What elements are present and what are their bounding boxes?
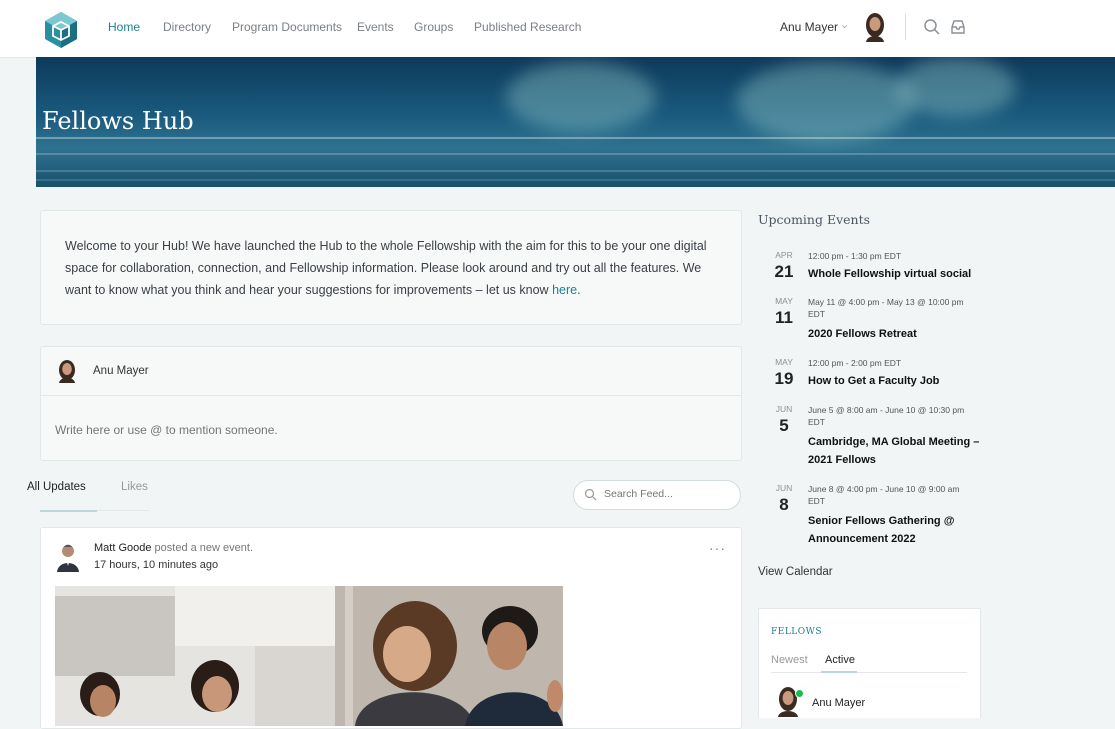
nav-home[interactable]: Home bbox=[108, 20, 140, 34]
activity-timestamp: 17 hours, 10 minutes ago bbox=[94, 559, 219, 571]
search-icon[interactable] bbox=[922, 17, 942, 37]
event-time-tz: EDT bbox=[808, 417, 825, 427]
top-nav: Home Directory Program Documents Events … bbox=[0, 0, 1115, 58]
logo-icon[interactable] bbox=[41, 10, 81, 50]
welcome-end: . bbox=[577, 283, 581, 297]
event-photo[interactable] bbox=[55, 586, 563, 726]
event-day: 21 bbox=[774, 262, 794, 281]
search-icon bbox=[584, 488, 597, 501]
event-time: June 8 @ 4:00 pm - June 10 @ 9:00 am bbox=[808, 484, 960, 494]
nav-program-documents[interactable]: Program Documents bbox=[232, 20, 342, 34]
event-title-link[interactable]: Cambridge, MA Global Meeting – bbox=[808, 433, 988, 451]
user-menu-name[interactable]: Anu Mayer bbox=[780, 20, 838, 34]
event-time: May 11 @ 4:00 pm - May 13 @ 10:00 pm bbox=[808, 297, 964, 307]
avatar bbox=[59, 360, 75, 383]
event-title-link[interactable]: Senior Fellows Gathering @ bbox=[808, 512, 988, 530]
event-title-link[interactable]: How to Get a Faculty Job bbox=[808, 372, 988, 390]
composer-user-name: Anu Mayer bbox=[93, 365, 149, 377]
event-time: 12:00 pm - 2:00 pm EDT bbox=[808, 358, 902, 368]
tab-active-indicator bbox=[40, 510, 97, 512]
event-time-tz: EDT bbox=[808, 496, 825, 506]
tab-likes[interactable]: Likes bbox=[121, 481, 148, 493]
fellows-tab-active-indicator bbox=[821, 671, 857, 673]
hero-banner: Fellows Hub bbox=[36, 57, 1115, 187]
feedback-link[interactable]: here bbox=[552, 283, 577, 297]
event-title-link-cont[interactable]: Announcement 2022 bbox=[808, 530, 988, 548]
activity-card: Matt Goode posted a new event. 17 hours,… bbox=[40, 527, 742, 729]
event-day: 5 bbox=[779, 416, 789, 435]
view-calendar-link[interactable]: View Calendar bbox=[758, 566, 833, 578]
event-day: 8 bbox=[779, 495, 789, 514]
nav-groups[interactable]: Groups bbox=[414, 20, 453, 34]
post-composer: Anu Mayer bbox=[40, 346, 742, 461]
activity-user-link[interactable]: Matt Goode bbox=[94, 542, 151, 554]
welcome-body: Welcome to your Hub! We have launched th… bbox=[65, 239, 707, 297]
feed-search[interactable] bbox=[573, 480, 741, 510]
event-title-link[interactable]: 2020 Fellows Retreat bbox=[808, 325, 988, 343]
inbox-icon[interactable] bbox=[948, 17, 968, 37]
nav-divider bbox=[905, 14, 906, 40]
tab-all-updates[interactable]: All Updates bbox=[27, 481, 86, 493]
page-title: Fellows Hub bbox=[42, 107, 194, 135]
event-time-tz: EDT bbox=[808, 309, 825, 319]
nav-directory[interactable]: Directory bbox=[163, 20, 211, 34]
avatar[interactable] bbox=[860, 12, 890, 42]
fellows-widget: FELLOWS Newest Active Anu Mayer bbox=[758, 608, 981, 718]
tab-active[interactable]: Active bbox=[825, 654, 855, 666]
composer-header: Anu Mayer bbox=[41, 347, 741, 396]
event-month: MAY bbox=[775, 357, 793, 367]
tab-newest[interactable]: Newest bbox=[771, 654, 808, 666]
avatar[interactable] bbox=[55, 542, 81, 572]
nav-events[interactable]: Events bbox=[357, 20, 394, 34]
event-day: 19 bbox=[774, 369, 794, 388]
feed-search-input[interactable] bbox=[602, 487, 736, 501]
online-status-indicator bbox=[795, 689, 804, 698]
event-time: June 5 @ 8:00 am - June 10 @ 10:30 pm bbox=[808, 405, 965, 415]
welcome-text: Welcome to your Hub! We have launched th… bbox=[65, 235, 725, 301]
tab-divider bbox=[97, 510, 149, 511]
event-month: JUN bbox=[775, 483, 793, 493]
event-title-link[interactable]: Whole Fellowship virtual social bbox=[808, 265, 988, 283]
welcome-card: Welcome to your Hub! We have launched th… bbox=[40, 210, 742, 325]
event-month: MAY bbox=[775, 296, 793, 306]
event-month: APR bbox=[775, 250, 793, 260]
nav-published-research[interactable]: Published Research bbox=[474, 20, 581, 34]
post-input[interactable] bbox=[41, 396, 715, 450]
more-options-button[interactable]: ··· bbox=[709, 540, 726, 556]
fellows-title: FELLOWS bbox=[771, 627, 823, 637]
upcoming-events-title: Upcoming Events bbox=[758, 212, 871, 227]
fellows-tab-divider bbox=[771, 672, 967, 673]
event-title-link-cont[interactable]: 2021 Fellows bbox=[808, 451, 988, 469]
event-day: 11 bbox=[775, 308, 793, 327]
chevron-down-icon[interactable]: ⌄ bbox=[840, 18, 849, 31]
activity-verb: posted a new event. bbox=[154, 542, 254, 554]
fellow-name[interactable]: Anu Mayer bbox=[812, 697, 865, 709]
event-month: JUN bbox=[775, 404, 793, 414]
activity-summary: Matt Goode posted a new event. bbox=[94, 542, 253, 554]
event-time: 12:00 pm - 1:30 pm EDT bbox=[808, 251, 902, 261]
